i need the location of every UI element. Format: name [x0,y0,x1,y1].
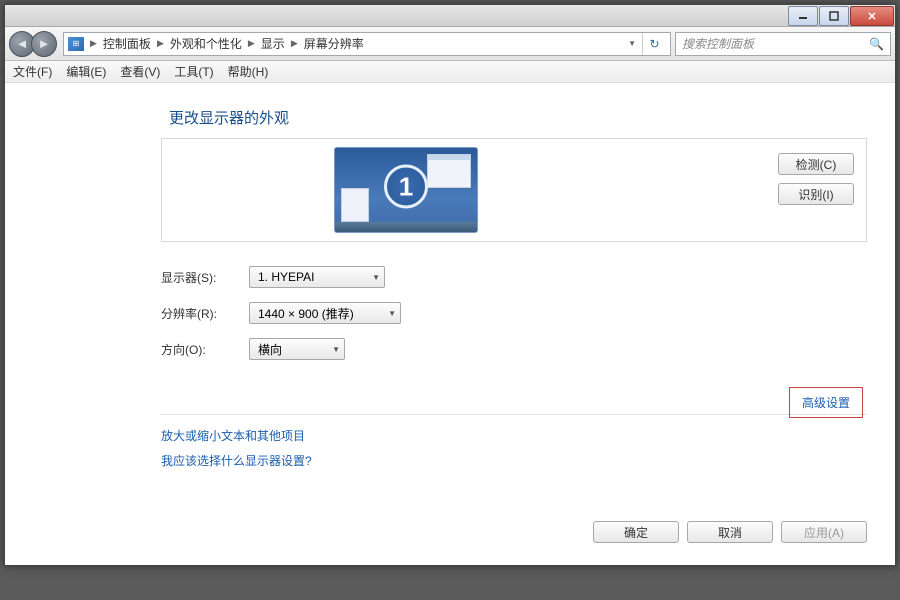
text-size-link[interactable]: 放大或缩小文本和其他项目 [161,427,867,444]
content-area: 更改显示器的外观 1 检测(C) 识别(I) 显示器(S): 1. HYEPAI [5,83,895,565]
page-title: 更改显示器的外观 [169,107,867,128]
titlebar: ✕ [5,5,895,27]
orientation-value: 横向 [258,341,282,358]
control-panel-icon: ⊞ [68,37,84,51]
breadcrumb-separator-icon: ▶ [289,38,300,49]
breadcrumb-level2[interactable]: 显示 [259,35,287,52]
display-value: 1. HYEPAI [258,270,314,284]
breadcrumb-level3[interactable]: 屏幕分辨率 [302,35,366,52]
help-choose-link[interactable]: 我应该选择什么显示器设置? [161,452,867,469]
detect-button[interactable]: 检测(C) [778,153,854,175]
close-button[interactable]: ✕ [850,6,894,26]
orientation-label: 方向(O): [161,341,249,358]
menu-help[interactable]: 帮助(H) [228,63,269,80]
chevron-down-icon: ▼ [372,273,380,282]
cancel-button[interactable]: 取消 [687,521,773,543]
apply-button: 应用(A) [781,521,867,543]
menu-edit[interactable]: 编辑(E) [66,63,106,80]
menu-file[interactable]: 文件(F) [13,63,52,80]
maximize-button[interactable] [819,6,849,26]
search-placeholder: 搜索控制面板 [682,35,754,52]
display-select[interactable]: 1. HYEPAI ▼ [249,266,385,288]
search-input[interactable]: 搜索控制面板 🔍 [675,32,891,56]
menu-view[interactable]: 查看(V) [120,63,160,80]
menu-tools[interactable]: 工具(T) [174,63,213,80]
display-label: 显示器(S): [161,269,249,286]
ok-button[interactable]: 确定 [593,521,679,543]
identify-button[interactable]: 识别(I) [778,183,854,205]
preview-window-icon [427,154,471,188]
resolution-select[interactable]: 1440 × 900 (推荐) ▼ [249,302,401,324]
address-dropdown-icon[interactable]: ▼ [624,39,640,48]
divider [161,414,867,415]
minimize-button[interactable] [788,6,818,26]
display-preview-box: 1 检测(C) 识别(I) [161,138,867,242]
address-bar[interactable]: ⊞ ▶ 控制面板 ▶ 外观和个性化 ▶ 显示 ▶ 屏幕分辨率 ▼ ↻ [63,32,671,56]
preview-window-icon [341,188,369,222]
breadcrumb-separator-icon: ▶ [155,38,166,49]
menubar: 文件(F) 编辑(E) 查看(V) 工具(T) 帮助(H) [5,61,895,83]
advanced-settings-link[interactable]: 高级设置 [789,387,863,418]
search-icon[interactable]: 🔍 [869,37,884,51]
resolution-value: 1440 × 900 (推荐) [258,305,354,322]
chevron-down-icon: ▼ [388,309,396,318]
breadcrumb-root[interactable]: 控制面板 [101,35,153,52]
monitor-number-badge: 1 [384,164,428,208]
chevron-down-icon: ▼ [332,345,340,354]
dialog-footer: 确定 取消 应用(A) [593,521,867,543]
breadcrumb-level1[interactable]: 外观和个性化 [168,35,244,52]
breadcrumb-separator-icon: ▶ [246,38,257,49]
control-panel-window: ✕ ◄ ► ⊞ ▶ 控制面板 ▶ 外观和个性化 ▶ 显示 ▶ 屏幕分辨率 ▼ ↻… [4,4,896,566]
refresh-button[interactable]: ↻ [642,33,666,55]
monitor-preview[interactable]: 1 [334,147,478,233]
settings-form: 显示器(S): 1. HYEPAI ▼ 分辨率(R): 1440 × 900 (… [161,266,867,360]
navbar: ◄ ► ⊞ ▶ 控制面板 ▶ 外观和个性化 ▶ 显示 ▶ 屏幕分辨率 ▼ ↻ 搜… [5,27,895,61]
forward-button[interactable]: ► [31,31,57,57]
orientation-select[interactable]: 横向 ▼ [249,338,345,360]
breadcrumb-separator-icon: ▶ [86,38,99,49]
preview-taskbar-icon [335,222,477,232]
resolution-label: 分辨率(R): [161,305,249,322]
